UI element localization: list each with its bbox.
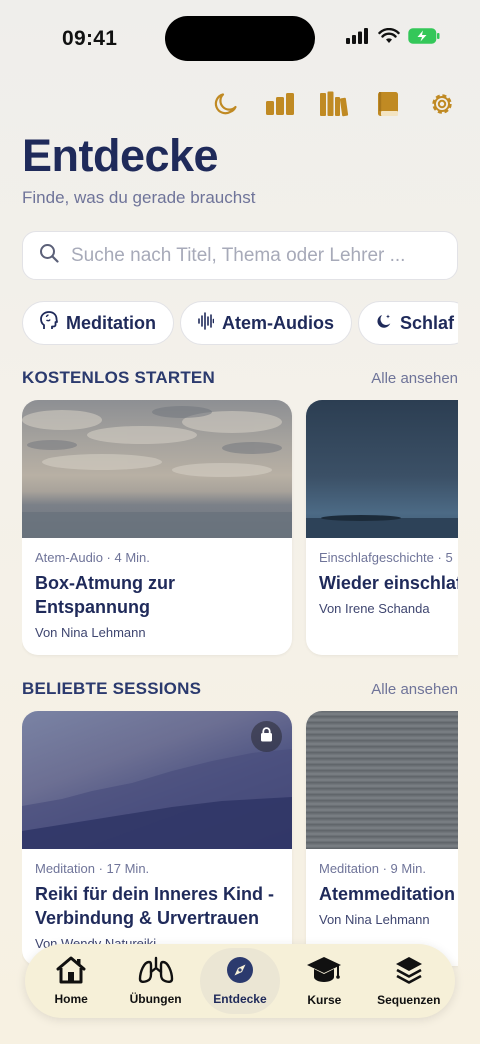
book-icon (376, 91, 400, 122)
tab-home[interactable]: Home (31, 948, 111, 1014)
see-all-link[interactable]: Alle ansehen (371, 370, 458, 387)
page-subtitle: Finde, was du gerade brauchst (22, 188, 256, 207)
sleep-mode-button[interactable] (210, 90, 242, 122)
tab-sequenzen[interactable]: Sequenzen (369, 948, 449, 1014)
card-author: Von Nina Lehmann (319, 912, 430, 927)
card-meta: Einschlafgeschichte · 5 (319, 550, 453, 565)
category-chips: Meditation Atem-Audios Schlaf (22, 301, 458, 347)
library-icon (319, 91, 349, 122)
stack-icon (394, 955, 424, 990)
chip-meditation[interactable]: Meditation (22, 301, 174, 345)
tab-label: Sequenzen (377, 993, 441, 1007)
wifi-icon (378, 27, 400, 49)
card-title: Atemmeditation Kohärenz (319, 884, 458, 904)
moon-stars-icon (376, 313, 400, 334)
statistics-button[interactable] (264, 90, 296, 122)
status-icons (346, 27, 440, 49)
gear-icon (429, 91, 455, 122)
tab-entdecke[interactable]: Entdecke (199, 948, 280, 1014)
tab-label: Übungen (129, 992, 182, 1006)
section-header-free: KOSTENLOS STARTEN Alle ansehen (22, 368, 458, 388)
dynamic-island (165, 16, 315, 61)
card-title: Wieder einschlafen (319, 573, 458, 593)
library-button[interactable] (318, 90, 350, 122)
card-image (22, 711, 292, 849)
chip-atem-audios[interactable]: Atem-Audios (180, 301, 352, 345)
see-all-link[interactable]: Alle ansehen (371, 681, 458, 698)
compass-icon (226, 956, 254, 989)
card-title: Reiki für dein Inneres Kind - Verbindung… (35, 884, 275, 928)
journal-button[interactable] (372, 90, 404, 122)
chip-schlaf[interactable]: Schlaf (358, 301, 458, 345)
page-title: Entdecke (22, 130, 219, 181)
card-meta: Atem-Audio · 4 Min. (35, 550, 150, 565)
house-icon (55, 956, 87, 989)
tab-kurse[interactable]: Kurse (284, 948, 364, 1014)
tab-label: Entdecke (213, 992, 267, 1006)
card-meta: Meditation · 17 Min. (35, 861, 150, 876)
signal-icon (346, 28, 370, 49)
stats-bars-icon (265, 92, 295, 121)
battery-charging-icon (408, 28, 440, 49)
graduation-cap-icon (306, 955, 342, 990)
card-image (22, 400, 292, 538)
session-card[interactable]: Meditation · 17 Min. Reiki für dein Inne… (22, 711, 292, 966)
chip-label: Schlaf (400, 312, 455, 333)
tab-uebungen[interactable]: Übungen (116, 948, 196, 1014)
lungs-icon (138, 956, 174, 989)
card-image (306, 711, 458, 849)
card-meta: Meditation · 9 Min. (319, 861, 426, 876)
section-title: KOSTENLOS STARTEN (22, 368, 215, 387)
search-input[interactable]: Suche nach Titel, Thema oder Lehrer ... (22, 231, 458, 280)
card-row-popular: Meditation · 17 Min. Reiki für dein Inne… (22, 711, 458, 971)
head-icon (40, 310, 66, 336)
card-author: Von Irene Schanda (319, 601, 430, 616)
settings-button[interactable] (426, 90, 458, 122)
waveform-icon (198, 311, 222, 335)
tab-label: Kurse (307, 993, 342, 1007)
locked-badge (251, 721, 282, 752)
section-header-popular: BELIEBTE SESSIONS Alle ansehen (22, 679, 458, 699)
session-card[interactable]: Atem-Audio · 4 Min. Box-Atmung zur Entsp… (22, 400, 292, 655)
card-title: Box-Atmung zur Entspannung (35, 573, 175, 617)
card-image (306, 400, 458, 538)
session-card[interactable]: Einschlafgeschichte · 5 Wieder einschlaf… (306, 400, 458, 655)
card-row-free: Atem-Audio · 4 Min. Box-Atmung zur Entsp… (22, 400, 458, 660)
lock-icon (260, 726, 273, 747)
chip-label: Atem-Audios (222, 312, 334, 333)
bottom-tab-bar: Home Übungen Entdecke Kurse Sequenzen (25, 944, 455, 1018)
moon-icon (213, 91, 239, 122)
tab-label: Home (54, 992, 88, 1006)
status-bar: 09:41 (0, 0, 480, 80)
section-title: BELIEBTE SESSIONS (22, 679, 202, 698)
status-time: 09:41 (62, 27, 118, 50)
session-card[interactable]: Meditation · 9 Min. Atemmeditation Kohär… (306, 711, 458, 966)
search-placeholder: Suche nach Titel, Thema oder Lehrer ... (71, 244, 406, 266)
chip-label: Meditation (66, 312, 156, 333)
top-toolbar (210, 90, 458, 122)
card-author: Von Nina Lehmann (35, 625, 146, 640)
search-icon (39, 243, 59, 268)
